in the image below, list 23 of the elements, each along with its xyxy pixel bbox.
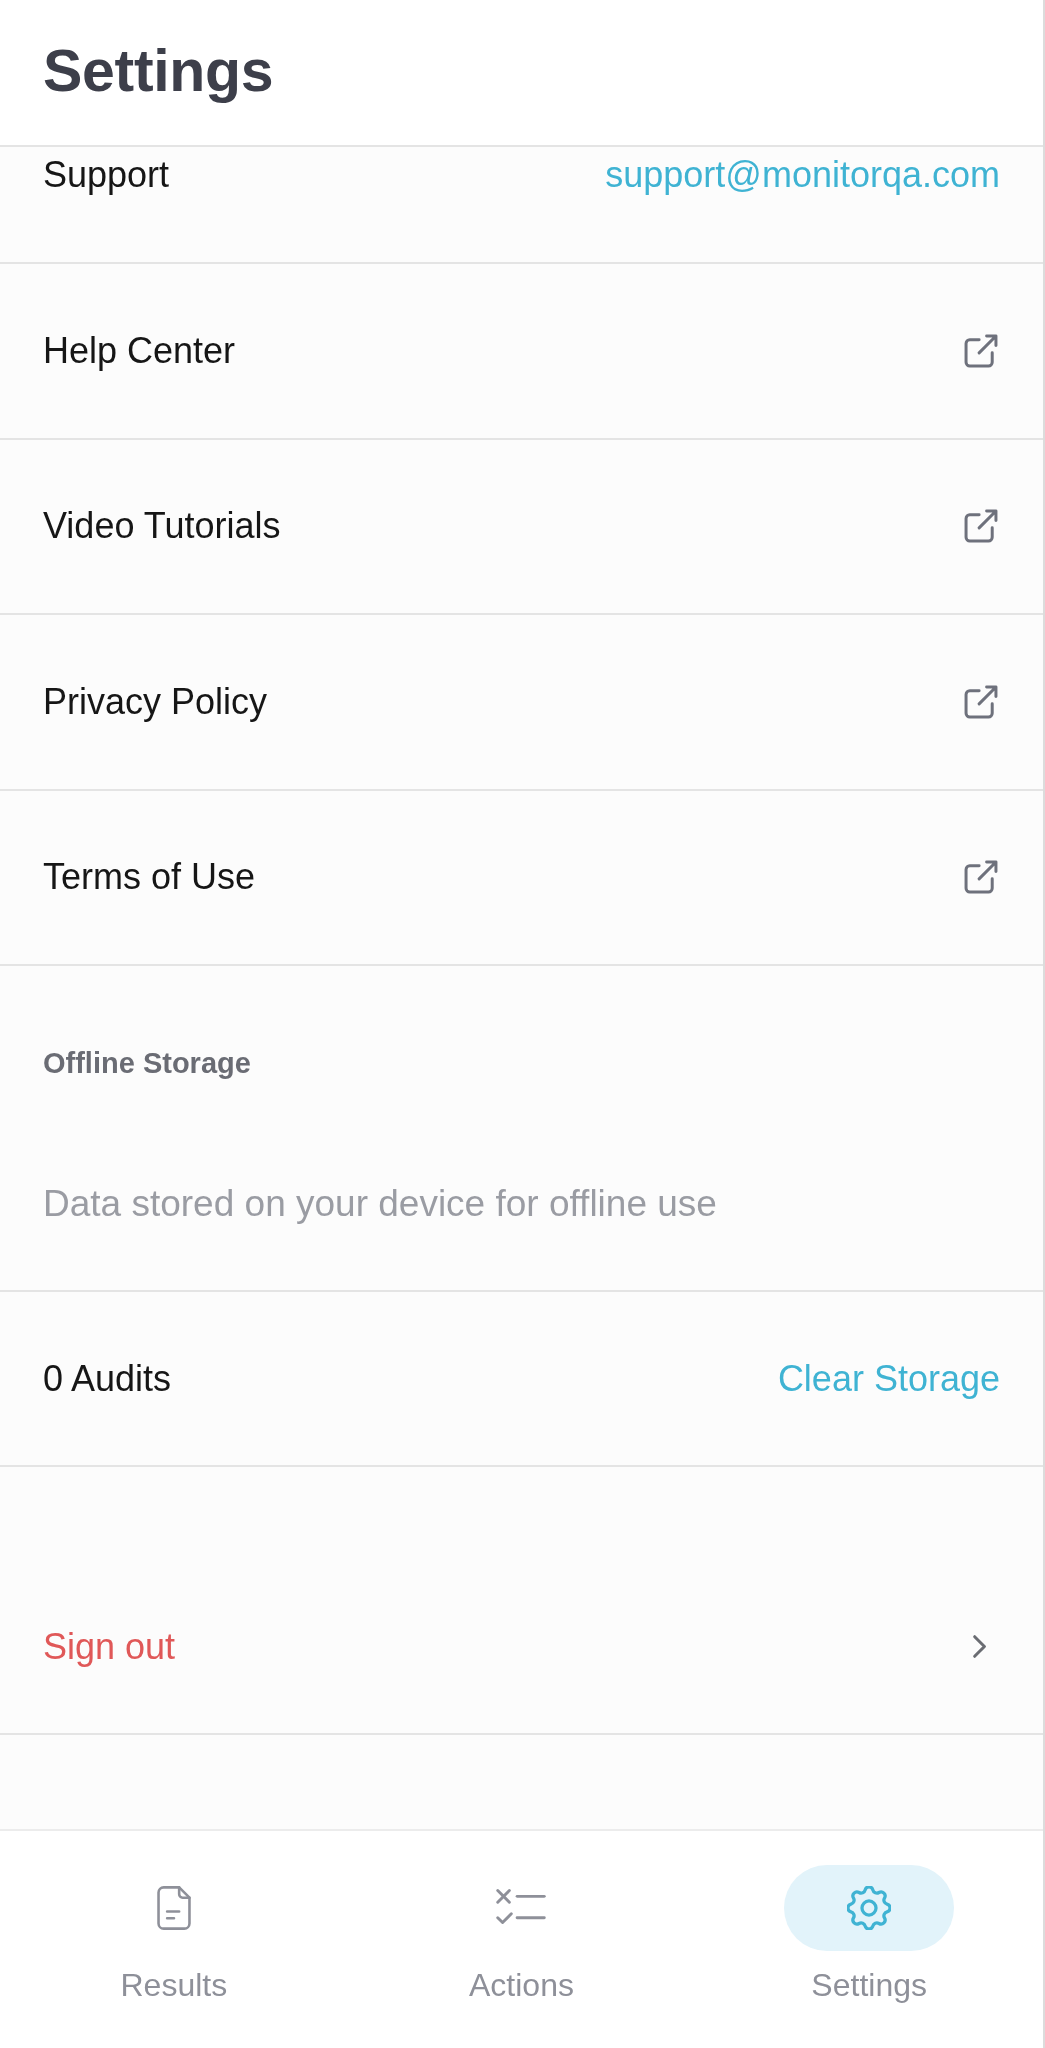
settings-icon	[847, 1886, 892, 1930]
page-title: Settings	[43, 36, 274, 105]
settings-list-item[interactable]: Privacy Policy	[0, 615, 1043, 791]
external-link-icon	[964, 509, 998, 544]
chevron-right-icon	[972, 1634, 988, 1659]
audit-count: 0 Audits	[43, 1356, 172, 1401]
settings-list-item[interactable]: Terms of Use	[0, 790, 1043, 966]
external-link-icon	[964, 860, 998, 895]
section-description: Data stored on your device for offline use	[43, 1183, 717, 1225]
document-icon	[156, 1886, 191, 1930]
settings-list-item[interactable]: Video Tutorials	[0, 439, 1043, 615]
external-link-icon	[964, 684, 998, 719]
clear-storage-button[interactable]: Clear Storage	[777, 1356, 1000, 1401]
settings-list-item[interactable]: Help Center	[0, 264, 1043, 440]
support-email-link[interactable]: support@monitorqa.com	[605, 153, 1000, 197]
checklist-icon	[496, 1889, 547, 1927]
nav-tab[interactable]: Actions	[421, 1865, 622, 2005]
external-link-icon	[964, 333, 998, 368]
support-label: Support	[43, 153, 170, 197]
section-heading: Offline Storage	[43, 1046, 251, 1081]
sign-out-item[interactable]: Sign out	[0, 1560, 1043, 1735]
nav-tab[interactable]: Results	[73, 1865, 274, 2005]
nav-tab[interactable]: Settings	[769, 1865, 970, 2005]
